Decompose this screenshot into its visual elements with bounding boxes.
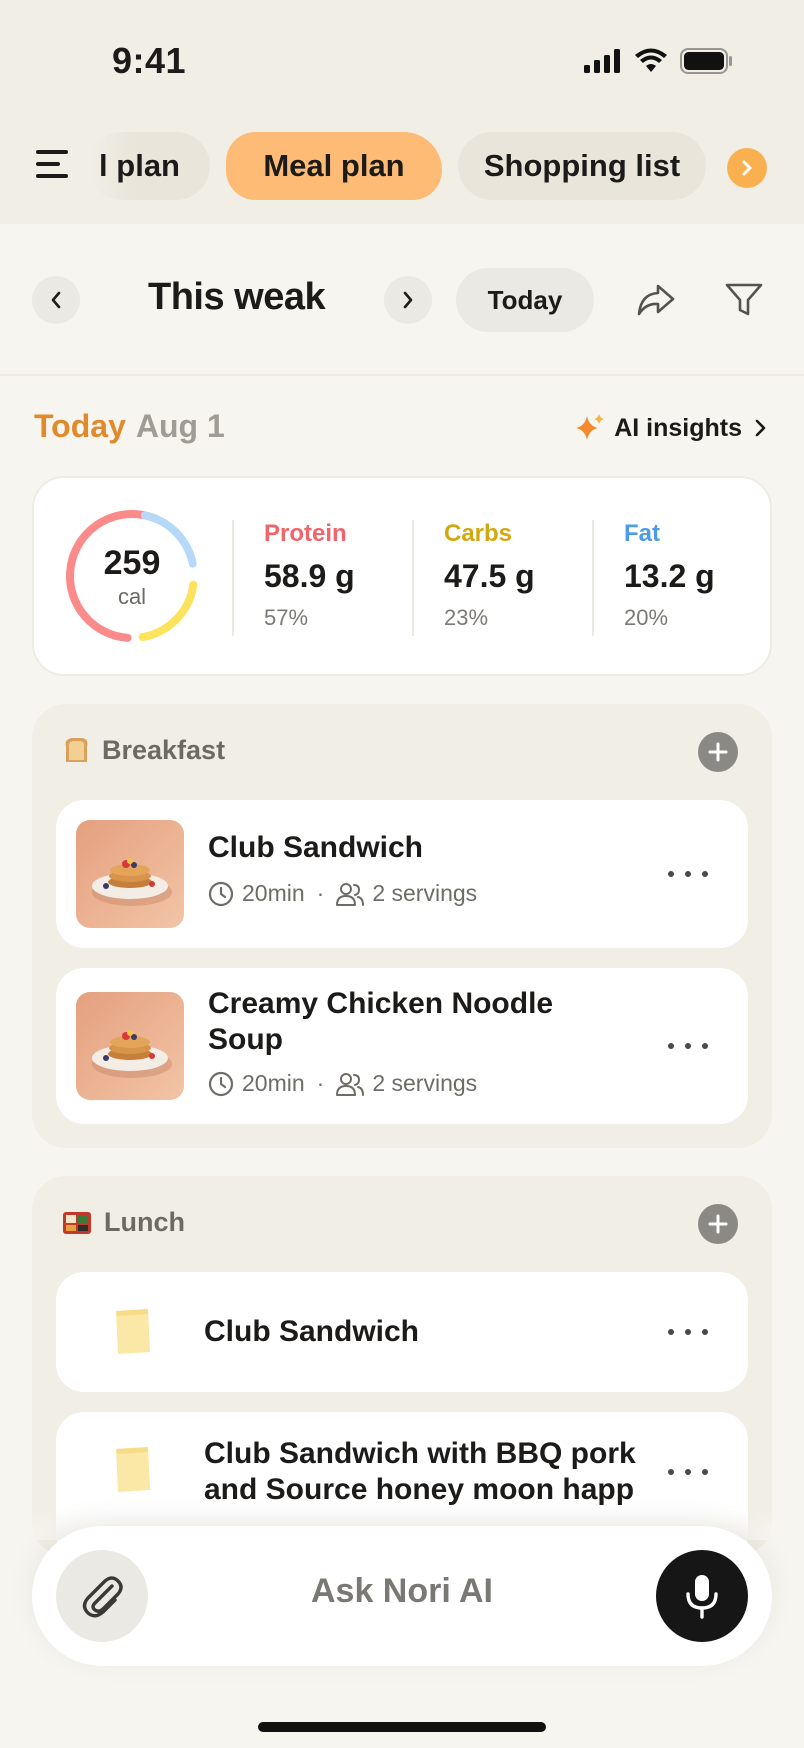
menu-button[interactable] <box>36 150 76 182</box>
recipe-more-button[interactable] <box>668 1036 708 1056</box>
add-breakfast-button[interactable] <box>698 732 738 772</box>
recipe-meta: 20min · 2 servings <box>208 880 477 907</box>
day-today-label: Today <box>34 408 126 444</box>
macro-name: Carbs <box>444 520 513 547</box>
ai-insights-link[interactable]: AI insights <box>574 412 770 444</box>
chevron-right-icon <box>755 419 766 437</box>
calorie-value: 259 <box>103 544 161 582</box>
signal-icon <box>584 49 620 73</box>
week-title: This weak <box>148 276 326 318</box>
recipe-servings: 2 servings <box>372 1070 478 1096</box>
status-icons <box>584 48 734 74</box>
breakfast-header: Breakfast <box>62 732 225 768</box>
recipe-card[interactable]: Club Sandwich <box>56 1272 748 1392</box>
recipe-thumbnail <box>76 992 184 1100</box>
status-time: 9:41 <box>112 40 187 81</box>
lunch-title: Lunch <box>104 1206 185 1237</box>
week-navigation: This weak Today <box>0 224 804 376</box>
macro-name: Protein <box>264 520 347 547</box>
battery-icon <box>680 48 732 74</box>
note-icon <box>116 1309 150 1354</box>
chevron-right-icon <box>403 291 413 309</box>
bread-icon <box>65 738 88 762</box>
share-button[interactable] <box>632 276 680 324</box>
tab-meal-plan[interactable]: Meal plan <box>226 132 442 200</box>
breakfast-title: Breakfast <box>102 734 226 765</box>
next-week-button[interactable] <box>384 276 432 324</box>
pancake-image-icon <box>76 992 184 1100</box>
recipe-time: 20min <box>242 880 305 906</box>
tab-plan-label: l plan <box>99 148 180 183</box>
recipe-title: Club Sandwich <box>204 1315 420 1348</box>
wifi-icon <box>635 48 667 72</box>
recipe-title: Club Sandwich with BBQ pork and Source h… <box>204 1437 636 1506</box>
meta-separator: · <box>316 1070 325 1096</box>
people-icon <box>336 882 365 906</box>
tab-bar: l plan Meal plan Shopping list <box>0 130 804 202</box>
macro-fat: Fat 13.2 g 20% <box>592 520 762 636</box>
macro-percent: 57% <box>264 605 309 630</box>
macro-value: 13.2 g <box>624 558 715 594</box>
clock-icon <box>208 1071 234 1096</box>
tab-shopping-list[interactable]: Shopping list <box>458 132 706 200</box>
chevron-right-icon <box>742 160 752 176</box>
recipe-time: 20min <box>242 1070 305 1096</box>
recipe-more-button[interactable] <box>668 864 708 884</box>
prev-week-button[interactable] <box>32 276 80 324</box>
recipe-servings: 2 servings <box>372 880 478 906</box>
macro-percent: 20% <box>624 605 669 630</box>
tab-plan[interactable]: l plan <box>88 132 210 200</box>
pancake-image-icon <box>76 820 184 928</box>
recipe-card[interactable]: Club Sandwich 20min · 2 servings <box>56 800 748 948</box>
sparkle-icon <box>576 414 605 440</box>
recipe-meta: 20min · 2 servings <box>208 1070 477 1097</box>
day-date: Aug 1 <box>135 408 225 444</box>
top-header: 9:41 l plan Meal plan Shopping list <box>0 0 804 224</box>
macro-carbs: Carbs 47.5 g 23% <box>412 520 582 636</box>
recipe-title: Club Sandwich <box>208 831 424 864</box>
chevron-left-icon <box>51 291 61 309</box>
lunch-header: Lunch <box>62 1204 185 1240</box>
meta-separator: · <box>316 880 325 906</box>
macro-percent: 23% <box>444 605 489 630</box>
filter-icon <box>725 283 763 316</box>
recipe-more-button[interactable] <box>668 1322 708 1342</box>
calorie-unit: cal <box>117 584 147 609</box>
breakfast-section: Breakfast Club Sandwich 20min · 2 servin… <box>32 704 772 1148</box>
add-lunch-button[interactable] <box>698 1204 738 1244</box>
bento-icon <box>63 1212 91 1234</box>
microphone-icon <box>686 1575 718 1619</box>
recipe-more-button[interactable] <box>668 1462 708 1482</box>
lunch-section: Lunch Club Sandwich Club Sandwich with B… <box>32 1176 772 1562</box>
voice-button[interactable] <box>656 1550 748 1642</box>
filter-button[interactable] <box>720 276 768 324</box>
recipe-card[interactable]: Creamy Chicken Noodle Soup 20min · 2 ser… <box>56 968 748 1124</box>
people-icon <box>336 1072 365 1096</box>
ask-ai-bar: Ask Nori AI <box>32 1526 772 1666</box>
home-indicator[interactable] <box>258 1722 546 1732</box>
recipe-thumbnail <box>76 820 184 928</box>
day-header: Today Aug 1 AI insights <box>34 408 770 452</box>
macro-value: 47.5 g <box>444 558 535 594</box>
tabs-scroll-right-button[interactable] <box>727 148 767 188</box>
today-button[interactable]: Today <box>456 268 594 332</box>
macro-name: Fat <box>624 520 660 547</box>
tab-shopping-list-label: Shopping list <box>483 148 681 183</box>
share-arrow-icon <box>637 284 675 316</box>
recipe-title: Creamy Chicken Noodle Soup <box>208 987 554 1056</box>
plus-icon <box>708 1214 728 1234</box>
nutrition-summary-card[interactable]: 259 cal Protein 58.9 g 57% Carbs 47.5 g … <box>32 476 772 676</box>
tab-meal-plan-label: Meal plan <box>263 148 405 183</box>
note-icon <box>116 1447 150 1492</box>
macro-value: 58.9 g <box>264 558 355 594</box>
macro-protein: Protein 58.9 g 57% <box>232 520 402 636</box>
ai-insights-label: AI insights <box>614 413 742 442</box>
plus-icon <box>708 742 728 762</box>
clock-icon <box>208 881 234 906</box>
